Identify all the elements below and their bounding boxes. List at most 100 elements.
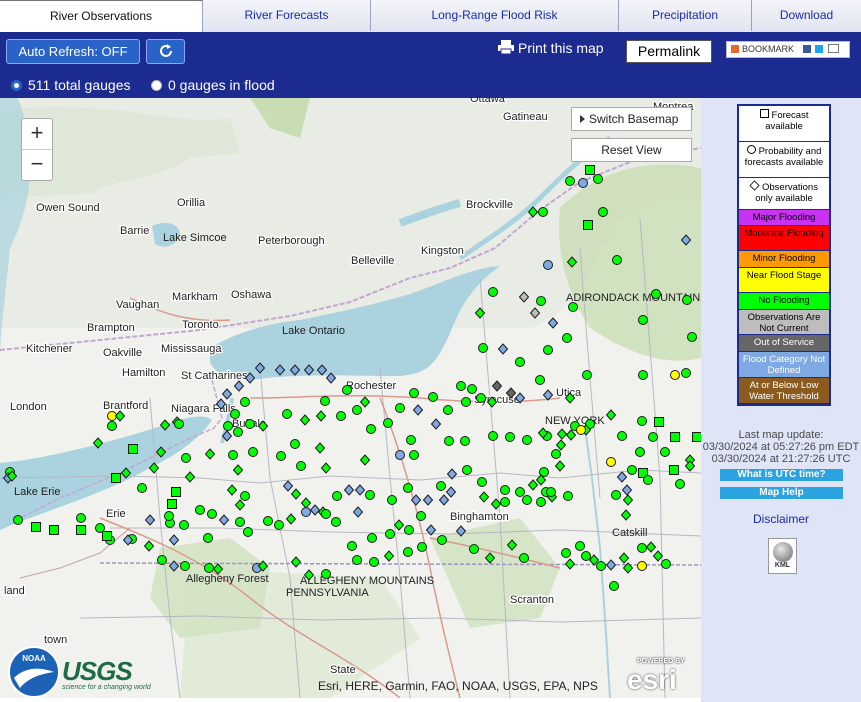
gauge-marker[interactable] [638,315,648,325]
gauge-marker[interactable] [606,457,616,467]
gauge-marker[interactable] [505,432,515,442]
gauge-marker[interactable] [456,381,466,391]
total-gauges-radio[interactable]: 511 total gauges [11,77,131,93]
gauge-marker[interactable] [543,260,553,270]
gauge-marker[interactable] [651,289,661,299]
gauge-marker[interactable] [102,531,112,541]
gauge-marker[interactable] [581,551,591,561]
tab-long-range-flood-risk[interactable]: Long-Range Flood Risk [371,0,619,31]
reset-view-button[interactable]: Reset View [571,138,692,162]
gauge-marker[interactable] [180,561,190,571]
gauge-marker[interactable] [500,485,510,495]
gauge-marker[interactable] [582,370,592,380]
gauge-marker[interactable] [617,431,627,441]
gauge-marker[interactable] [593,174,603,184]
gauge-marker[interactable] [437,535,447,545]
permalink-button[interactable]: Permalink [626,40,712,63]
gauge-marker[interactable] [367,533,377,543]
gauges-in-flood-radio[interactable]: 0 gauges in flood [151,77,275,93]
gauge-marker[interactable] [462,465,472,475]
gauge-marker[interactable] [164,511,174,521]
refresh-button[interactable] [146,39,185,64]
gauge-marker[interactable] [352,555,362,565]
gauge-marker[interactable] [409,450,419,460]
map-canvas[interactable]: Lake Ontario Lake Erie Lake Simcoe ADIRO… [0,98,701,698]
gauge-marker[interactable] [248,447,258,457]
esri-logo[interactable]: esri [627,664,677,696]
gauge-marker[interactable] [49,525,59,535]
gauge-marker[interactable] [228,450,238,460]
gauge-marker[interactable] [240,491,250,501]
gauge-marker[interactable] [469,544,479,554]
gauge-marker[interactable] [500,497,510,507]
gauge-marker[interactable] [404,525,414,535]
gauge-marker[interactable] [611,490,621,500]
gauge-marker[interactable] [301,507,311,517]
gauge-marker[interactable] [31,522,41,532]
gauge-marker[interactable] [583,220,593,230]
gauge-marker[interactable] [675,479,685,489]
gauge-marker[interactable] [563,491,573,501]
gauge-marker[interactable] [488,431,498,441]
gauge-marker[interactable] [276,451,286,461]
gauge-marker[interactable] [395,450,405,460]
gauge-marker[interactable] [669,465,679,475]
gauge-marker[interactable] [635,447,645,457]
gauge-marker[interactable] [478,343,488,353]
gauge-marker[interactable] [538,207,548,217]
gauge-marker[interactable] [543,345,553,355]
gauge-marker[interactable] [416,511,426,521]
gauge-marker[interactable] [274,520,284,530]
gauge-marker[interactable] [406,435,416,445]
gauge-marker[interactable] [171,487,181,497]
switch-basemap-button[interactable]: Switch Basemap [571,107,692,131]
auto-refresh-button[interactable]: Auto Refresh: OFF [6,39,140,64]
gauge-marker[interactable] [167,499,177,509]
gauge-marker[interactable] [385,529,395,539]
gauge-marker[interactable] [336,411,346,421]
print-map-link[interactable]: Print this map [498,40,604,56]
gauge-marker[interactable] [596,561,606,571]
zoom-out-button[interactable]: − [22,150,52,180]
gauge-marker[interactable] [107,421,117,431]
gauge-marker[interactable] [461,397,471,407]
gauge-marker[interactable] [409,388,419,398]
gauge-marker[interactable] [203,533,213,543]
gauge-marker[interactable] [13,515,23,525]
gauge-marker[interactable] [444,436,454,446]
gauge-marker[interactable] [369,557,379,567]
gauge-marker[interactable] [565,176,575,186]
gauge-marker[interactable] [568,302,578,312]
gauge-marker[interactable] [638,370,648,380]
gauge-marker[interactable] [383,418,393,428]
gauge-marker[interactable] [290,439,300,449]
tab-river-forecasts[interactable]: River Forecasts [203,0,371,31]
gauge-marker[interactable] [692,432,702,442]
bookmark-button[interactable]: BOOKMARK [726,41,850,58]
gauge-marker[interactable] [575,541,585,551]
gauge-marker[interactable] [519,553,529,563]
gauge-marker[interactable] [535,375,545,385]
zoom-in-button[interactable]: + [22,119,52,150]
gauge-marker[interactable] [551,449,561,459]
gauge-marker[interactable] [648,432,658,442]
gauge-marker[interactable] [681,368,691,378]
utc-time-button[interactable]: What is UTC time? [720,469,843,481]
kml-download-button[interactable]: KML [768,538,797,574]
gauge-marker[interactable] [576,425,586,435]
gauge-marker[interactable] [282,409,292,419]
gauge-marker[interactable] [670,432,680,442]
gauge-marker[interactable] [235,517,245,527]
gauge-marker[interactable] [477,477,487,487]
gauge-marker[interactable] [637,416,647,426]
gauge-marker[interactable] [233,427,243,437]
map-help-button[interactable]: Map Help [720,487,843,499]
noaa-logo[interactable]: NOAA [8,646,60,698]
gauge-marker[interactable] [661,559,671,569]
gauge-marker[interactable] [488,287,498,297]
gauge-marker[interactable] [522,495,532,505]
disclaimer-link[interactable]: Disclaimer [701,512,861,526]
gauge-marker[interactable] [76,513,86,523]
gauge-marker[interactable] [670,370,680,380]
gauge-marker[interactable] [342,385,352,395]
